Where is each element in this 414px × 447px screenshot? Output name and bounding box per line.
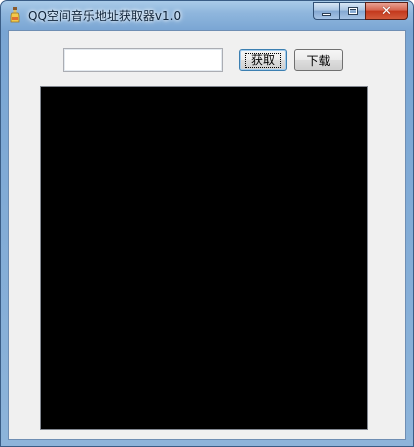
close-icon: ✕ — [381, 3, 392, 19]
maximize-button[interactable] — [339, 2, 365, 20]
bottle-app-icon — [9, 7, 21, 23]
client-area: 获取 下载 — [8, 30, 406, 440]
minimize-icon — [322, 12, 331, 16]
download-button-label: 下载 — [306, 53, 331, 68]
output-panel[interactable] — [40, 86, 368, 430]
window-title: QQ空间音乐地址获取器v1.0 — [28, 9, 182, 23]
fetch-button-label: 获取 — [244, 52, 281, 68]
minimize-button[interactable] — [313, 2, 339, 20]
title-bar[interactable]: QQ空间音乐地址获取器v1.0 ✕ — [1, 1, 413, 29]
app-window: QQ空间音乐地址获取器v1.0 ✕ 获取 下载 — [0, 0, 414, 447]
fetch-button[interactable]: 获取 — [239, 49, 287, 71]
maximize-icon — [347, 7, 358, 15]
url-input[interactable] — [63, 48, 223, 72]
download-button[interactable]: 下载 — [294, 49, 343, 71]
close-button[interactable]: ✕ — [365, 2, 408, 20]
caption-buttons: ✕ — [313, 2, 408, 20]
